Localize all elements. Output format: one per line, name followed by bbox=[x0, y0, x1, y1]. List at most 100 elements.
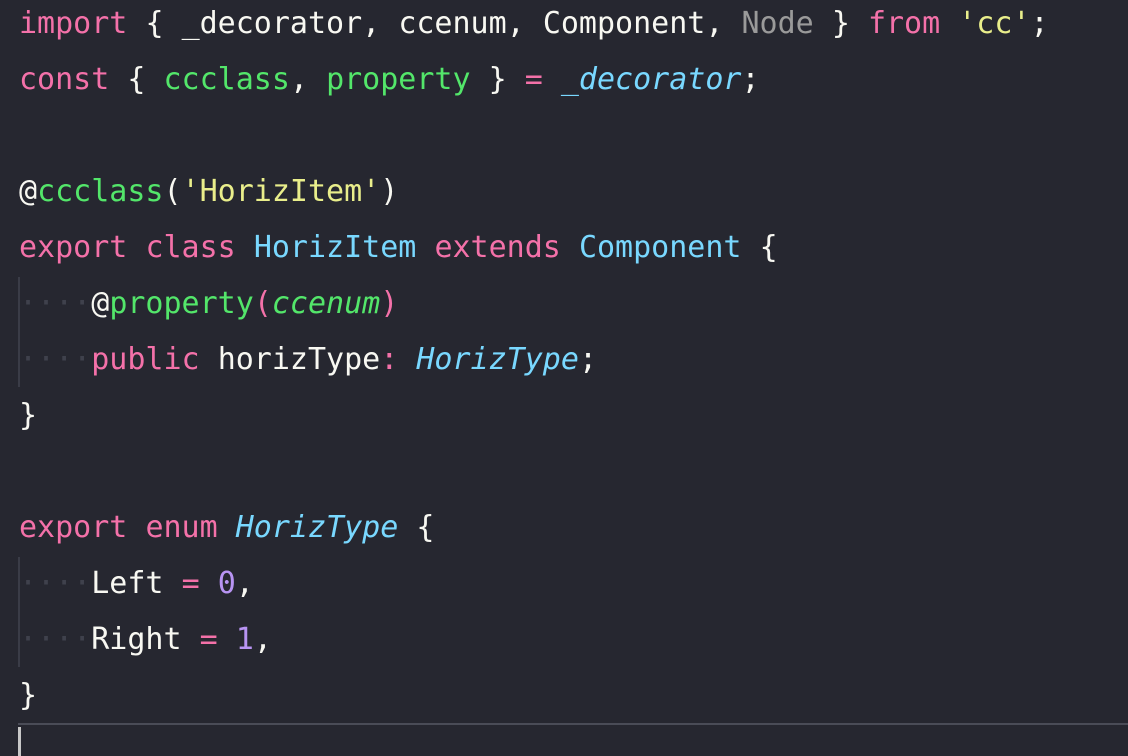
code-token: const bbox=[19, 62, 110, 97]
code-token: Left bbox=[91, 566, 164, 601]
current-line-highlight bbox=[18, 723, 1128, 725]
code-token: } bbox=[831, 6, 850, 41]
text-cursor bbox=[18, 727, 21, 756]
code-token: export bbox=[19, 230, 128, 265]
code-line[interactable]: ····Right = 1, bbox=[19, 616, 272, 672]
code-token: Component, bbox=[542, 6, 724, 41]
code-token: ( bbox=[253, 286, 272, 321]
code-token: public bbox=[91, 342, 200, 377]
code-token: } bbox=[19, 678, 38, 713]
code-line[interactable]: const { ccclass, property } = _decorator… bbox=[19, 56, 760, 112]
code-line[interactable]: } bbox=[19, 672, 37, 728]
code-token: export bbox=[19, 510, 128, 545]
code-token: 0 bbox=[217, 566, 236, 601]
code-token: ccclass bbox=[163, 62, 290, 97]
code-token: _decorator, bbox=[181, 6, 381, 41]
code-token: import bbox=[19, 6, 128, 41]
code-token: ccclass bbox=[37, 174, 164, 209]
code-line[interactable]: ····Left = 0, bbox=[19, 560, 254, 616]
whitespace-token: ···· bbox=[19, 566, 92, 601]
code-token: ) bbox=[380, 174, 399, 209]
code-token: enum bbox=[145, 510, 218, 545]
code-token: ; bbox=[741, 62, 760, 97]
indent-guide-enum-body bbox=[18, 557, 20, 667]
code-token: ; bbox=[1030, 6, 1049, 41]
code-token: = bbox=[181, 566, 200, 601]
code-token: ; bbox=[578, 342, 597, 377]
indent-guide-class-body bbox=[18, 277, 20, 387]
code-token: @ bbox=[19, 174, 38, 209]
whitespace-token: ···· bbox=[19, 622, 92, 657]
code-token: = bbox=[199, 622, 218, 657]
code-token: 'cc' bbox=[958, 6, 1031, 41]
code-line[interactable]: ····public horizType: HorizType; bbox=[19, 336, 597, 392]
code-token: Right bbox=[91, 622, 182, 657]
code-token: property bbox=[109, 286, 254, 321]
whitespace-token: ···· bbox=[19, 286, 92, 321]
code-token: { bbox=[127, 62, 146, 97]
code-editor[interactable]: import { _decorator, ccenum, Component, … bbox=[0, 0, 1128, 756]
code-token: ccenum bbox=[271, 286, 381, 321]
code-token: 'HorizItem' bbox=[181, 174, 381, 209]
code-token: , bbox=[253, 622, 272, 657]
code-token: extends bbox=[434, 230, 561, 265]
code-token: horizType bbox=[217, 342, 381, 377]
code-token: class bbox=[145, 230, 236, 265]
code-token: HorizItem bbox=[253, 230, 417, 265]
code-token: ( bbox=[163, 174, 182, 209]
code-token: Node bbox=[741, 6, 814, 41]
code-token: 1 bbox=[235, 622, 254, 657]
whitespace-token: ···· bbox=[19, 342, 92, 377]
code-token: } bbox=[19, 398, 38, 433]
code-line[interactable]: export enum HorizType { bbox=[19, 504, 434, 560]
code-token: } bbox=[488, 62, 507, 97]
code-token: from bbox=[867, 6, 941, 41]
code-line[interactable]: ····@property(ccenum) bbox=[19, 280, 398, 336]
code-token: HorizType bbox=[416, 342, 579, 377]
code-line[interactable]: @ccclass('HorizItem') bbox=[19, 168, 398, 224]
code-token: Component bbox=[578, 230, 742, 265]
code-token: ccenum, bbox=[398, 6, 525, 41]
code-token: HorizType bbox=[235, 510, 399, 545]
code-line[interactable]: export class HorizItem extends Component… bbox=[19, 224, 778, 280]
code-token: property bbox=[326, 62, 471, 97]
code-token: : bbox=[380, 342, 399, 377]
code-token: = bbox=[524, 62, 543, 97]
code-token: { bbox=[145, 6, 164, 41]
code-line[interactable]: } bbox=[19, 392, 37, 448]
code-token: { bbox=[759, 230, 778, 265]
code-token: { bbox=[416, 510, 435, 545]
code-token: @ bbox=[91, 286, 110, 321]
code-token: _decorator bbox=[560, 62, 742, 97]
code-token: , bbox=[289, 62, 308, 97]
code-line[interactable]: import { _decorator, ccenum, Component, … bbox=[19, 0, 1049, 56]
code-token: ) bbox=[380, 286, 399, 321]
